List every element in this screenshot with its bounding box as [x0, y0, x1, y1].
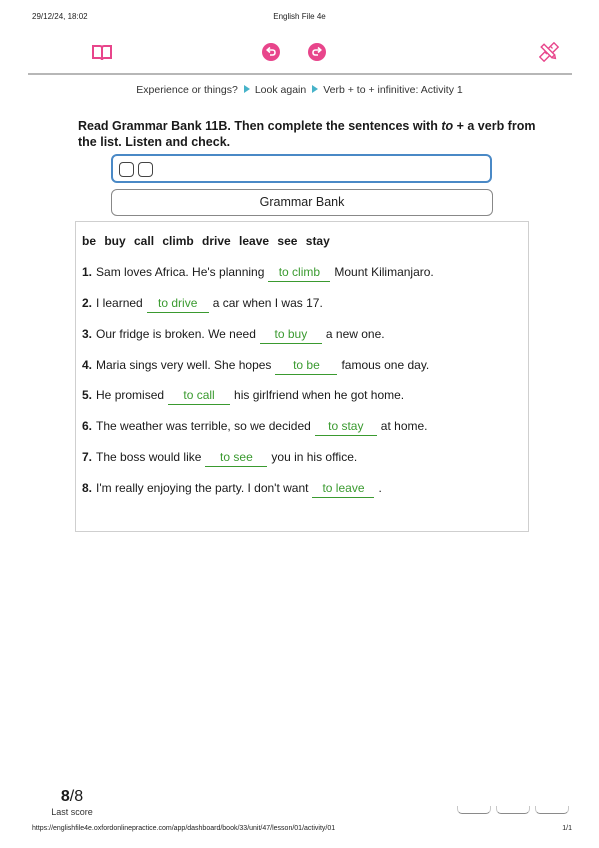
book-icon[interactable] — [90, 42, 114, 64]
print-url: https://englishfile4e.oxfordonlinepracti… — [32, 825, 336, 832]
item-number: 1. — [82, 265, 93, 279]
exercise-panel: be buy call climb drive leave see stay 1… — [75, 221, 529, 532]
breadcrumb: Experience or things? Look again Verb + to… — [0, 84, 599, 96]
print-footer: https://englishfile4e.oxfordonlinepracti… — [32, 825, 572, 832]
item-number: 6. — [82, 419, 93, 433]
breadcrumb-arrow-icon — [243, 85, 250, 93]
answer-gap[interactable]: to leave — [312, 481, 375, 498]
exercise-item: 6. The weather was terrible, so we decide… — [82, 419, 428, 436]
item-text-after: Mount Kilimanjaro. — [334, 265, 434, 279]
answer-gap[interactable]: to be — [275, 358, 338, 375]
breadcrumb-arrow-icon — [312, 85, 319, 93]
answer-gap[interactable]: to drive — [146, 296, 209, 313]
item-text-before: Maria sings very well. She hopes — [96, 358, 272, 372]
item-text-before: I'm really enjoying the party. I don't w… — [96, 481, 309, 495]
grammar-bank-button[interactable]: Grammar Bank — [111, 189, 493, 216]
answer-gap[interactable]: to buy — [259, 327, 322, 344]
item-text-before: The weather was terrible, so we decided — [96, 419, 311, 433]
instruction-part-1: Read Grammar Bank 11B. Then complete the… — [78, 119, 442, 133]
score-number: 8 — [60, 788, 70, 805]
item-text-before: The boss would like — [96, 450, 202, 464]
instruction-text: Read Grammar Bank 11B. Then complete the… — [78, 118, 538, 150]
pager-button[interactable] — [457, 806, 491, 814]
item-text-after: . — [378, 481, 382, 495]
answer-slot[interactable] — [119, 162, 134, 177]
breadcrumb-item-1[interactable]: Experience or things? — [136, 84, 238, 96]
answer-slot[interactable] — [138, 162, 153, 177]
undo-icon[interactable] — [261, 42, 281, 62]
item-text-before: Sam loves Africa. He's planning — [96, 265, 265, 279]
word-list: be buy call climb drive leave see stay — [82, 234, 330, 248]
item-text-after: his girlfriend when he got home. — [234, 388, 405, 402]
instruction-emphasis: to — [441, 119, 454, 133]
score-label: Last score — [51, 807, 93, 817]
breadcrumb-item-3: Verb + to + infinitive: Activity 1 — [323, 84, 463, 96]
answer-gap[interactable]: to stay — [314, 419, 377, 436]
pager-button[interactable] — [535, 806, 569, 814]
toolbar-divider — [28, 73, 572, 75]
item-text-after: a new one. — [325, 327, 385, 341]
pencil-ruler-icon[interactable] — [538, 41, 560, 63]
item-text-after: you in his office. — [271, 450, 358, 464]
item-text-before: Our fridge is broken. We need — [96, 327, 256, 341]
pager-button[interactable] — [496, 806, 530, 814]
score-value: 8/8 — [50, 788, 94, 806]
answer-gap[interactable]: to call — [168, 388, 231, 405]
score-total: /8 — [69, 788, 84, 805]
item-number: 3. — [82, 327, 93, 341]
print-title: English File 4e — [273, 12, 326, 21]
exercise-item: 4. Maria sings very well. She hopes to be f… — [82, 358, 429, 375]
exercise-item: 8. I'm really enjoying the party. I don't… — [82, 481, 382, 498]
answer-gap[interactable]: to see — [205, 450, 268, 467]
item-number: 2. — [82, 296, 93, 310]
answer-gap[interactable]: to climb — [268, 265, 331, 282]
item-text-after: a car when I was 17. — [212, 296, 323, 310]
item-text-after: at home. — [380, 419, 428, 433]
exercise-item: 7. The boss would like to see you in his of… — [82, 450, 357, 467]
exercise-item: 3. Our fridge is broken. We need to buy a n… — [82, 327, 385, 344]
answer-input-box[interactable] — [111, 154, 492, 183]
exercise-item: 5. He promised to call his girlfriend when … — [82, 388, 404, 405]
item-text-before: I learned — [96, 296, 143, 310]
item-text-after: famous one day. — [341, 358, 430, 372]
score-display: 8/8 Last score — [50, 788, 94, 817]
item-number: 4. — [82, 358, 93, 372]
redo-icon[interactable] — [307, 42, 327, 62]
item-number: 8. — [82, 481, 93, 495]
item-number: 5. — [82, 388, 93, 402]
print-header: 29/12/24, 18:02 English File 4e — [0, 12, 599, 26]
print-page-number: 1/1 — [562, 825, 572, 832]
exercise-item: 2. I learned to drive a car when I was 17. — [82, 296, 323, 313]
toolbar — [28, 30, 572, 74]
item-number: 7. — [82, 450, 93, 464]
breadcrumb-item-2[interactable]: Look again — [255, 84, 306, 96]
item-text-before: He promised — [96, 388, 165, 402]
exercise-item: 1. Sam loves Africa. He's planning to clim… — [82, 265, 434, 282]
